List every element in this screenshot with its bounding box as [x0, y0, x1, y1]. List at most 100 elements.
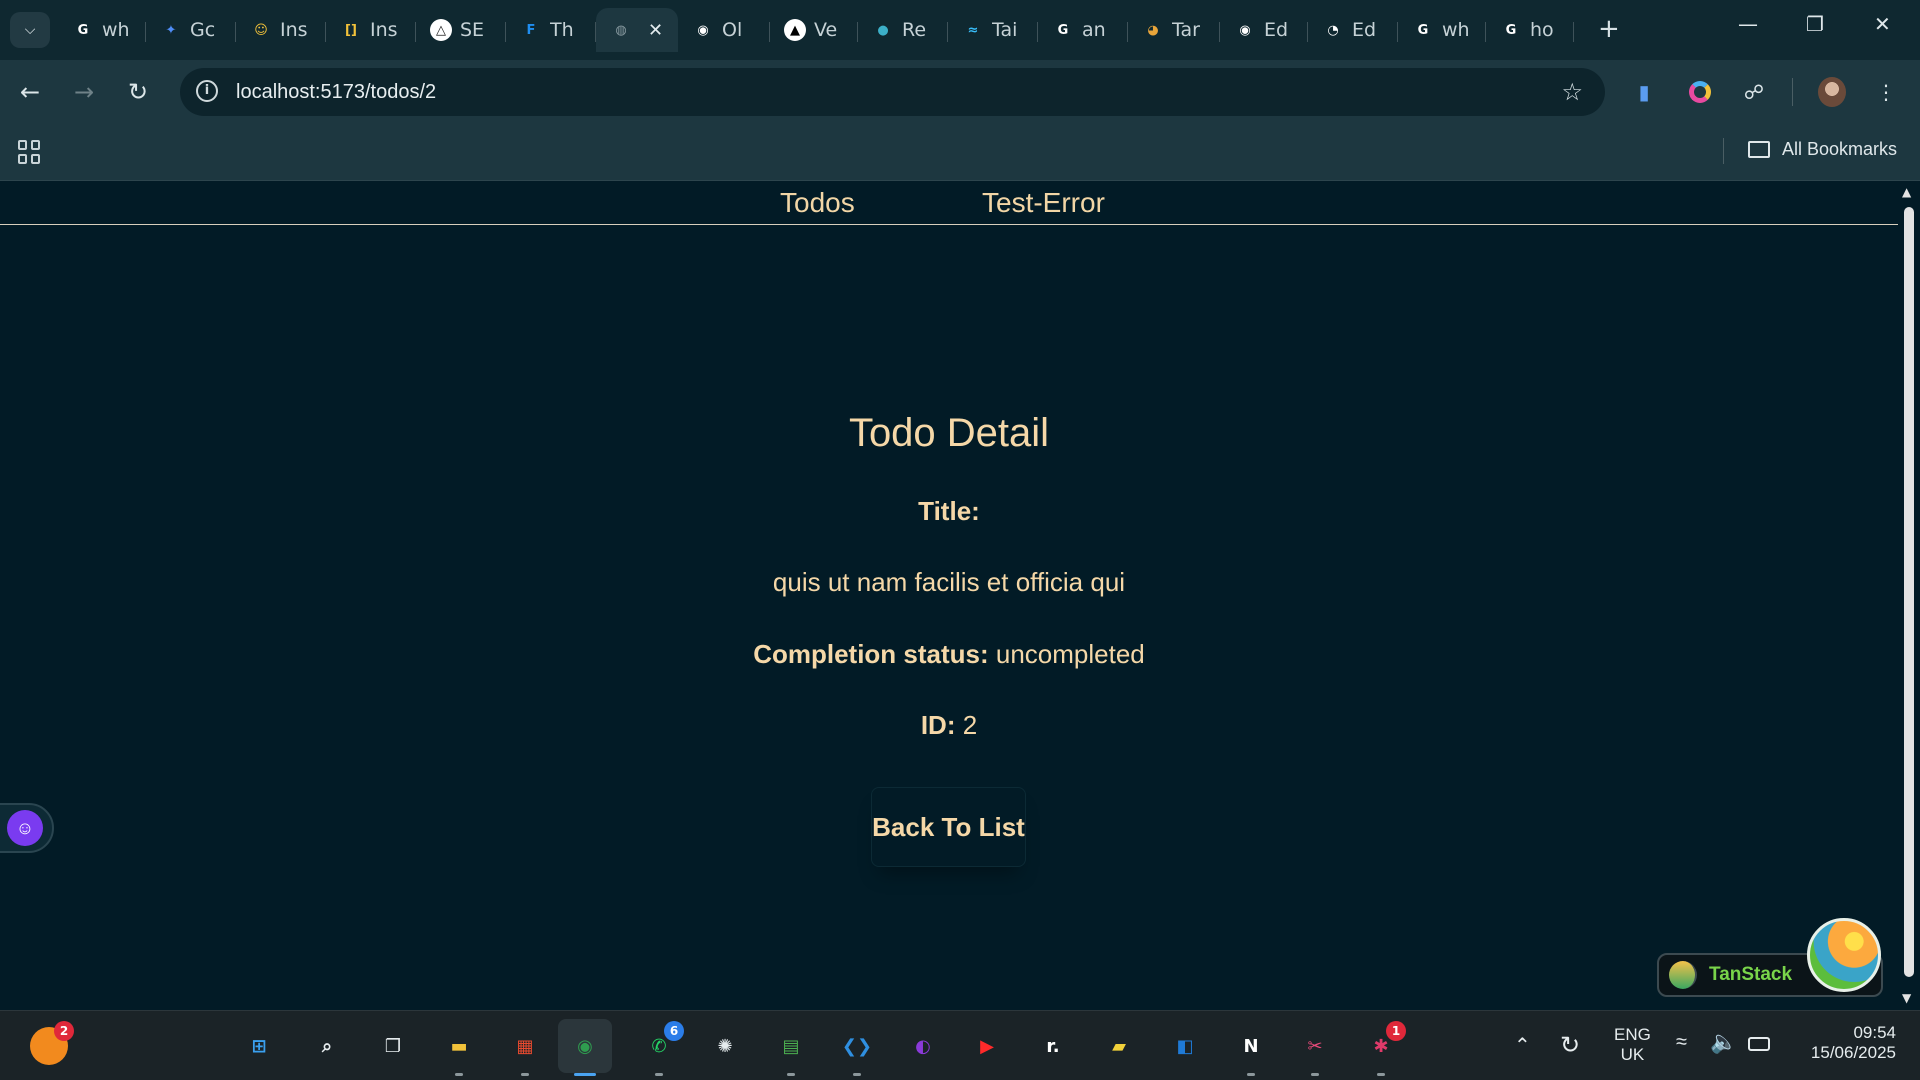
youtube-icon[interactable]: ▶ [968, 1027, 1006, 1065]
browser-tab[interactable]: △ SE [416, 8, 506, 52]
task-view-icon[interactable]: ❐ [374, 1027, 412, 1065]
site-info-icon[interactable]: i [196, 80, 218, 102]
tab-title: Gc [190, 19, 216, 41]
title-label: Title: [918, 496, 980, 526]
nav-link-test-error[interactable]: Test-Error [982, 187, 1105, 219]
browser-tab[interactable]: Gwh [58, 8, 146, 52]
tab-list: Gwh ✦ Gc ☺ Ins[] Ins △ SE F Th ◍ ✕ ◉ Ol ▲ Ve ● Re ≈ Tai Gan ◕… [58, 8, 1574, 60]
page-scrollbar[interactable]: ▲ ▼ [1898, 181, 1920, 1010]
back-to-list-button[interactable]: Back To List [871, 787, 1026, 867]
google-icon: G [1057, 22, 1069, 38]
tray-overflow-icon[interactable]: ⌃ [1514, 1033, 1531, 1058]
bookmarks-bar: All Bookmarks [0, 124, 1920, 181]
browser-tab[interactable]: ☺ Ins [236, 8, 326, 52]
bookmarks-divider [1723, 138, 1724, 164]
address-bar[interactable]: i localhost:5173/todos/2 ☆ [180, 68, 1605, 116]
scroll-down-icon[interactable]: ▼ [1902, 991, 1911, 1005]
chrome-icon[interactable]: ◉ [558, 1019, 612, 1076]
extension-doc-icon[interactable]: ▮ [1630, 78, 1658, 106]
scrollbar-thumb[interactable] [1904, 207, 1914, 977]
r-app-icon[interactable]: r. [1034, 1027, 1072, 1065]
language-indicator[interactable]: ENG UK [1614, 1025, 1651, 1065]
slack-icon[interactable]: ✱ 1 [1362, 1021, 1406, 1076]
chat-face-icon: ☺ [7, 810, 43, 846]
page-title: Todo Detail [848, 411, 1050, 455]
notion-icon[interactable]: N [1232, 1027, 1270, 1076]
widgets-icon[interactable]: 2 [30, 1021, 74, 1065]
running-indicator [1377, 1073, 1385, 1076]
windows-taskbar: 2 ⊞ ⌕ ❐ ▬ ▦ ◉ ✆ 6 ✺ ▤ ❮❯ ◐ ▶ r. ▰ ◧ N ✂ ✱ 1 ⌃ ↻ ENG UK ≈ 🔈 … [0, 1010, 1920, 1080]
app-purple-icon[interactable]: ◐ [904, 1027, 942, 1065]
browser-tab[interactable]: ◍ ✕ [596, 8, 678, 52]
wifi-icon[interactable]: ≈ [1676, 1031, 1687, 1054]
browser-tab[interactable]: ≈ Tai [948, 8, 1038, 52]
todo-id: ID: 2 [0, 710, 1898, 741]
browser-tab[interactable]: F Th [506, 8, 596, 52]
file-explorer-icon[interactable]: ▬ [440, 1027, 478, 1076]
extension-color-ring-icon[interactable] [1686, 78, 1714, 106]
snipping-tool-icon[interactable]: ✂ [1296, 1027, 1334, 1076]
all-bookmarks-button[interactable]: All Bookmarks [1748, 139, 1897, 160]
browser-tab[interactable]: ◔ Ed [1308, 8, 1398, 52]
google-icon: G [77, 22, 89, 38]
tab-title: Ve [814, 19, 838, 41]
search-icon[interactable]: ⌕ [308, 1027, 346, 1065]
address-url[interactable]: localhost:5173/todos/2 [236, 81, 436, 104]
bracket-icon: [] [345, 22, 357, 38]
menu-kebab-icon[interactable]: ⋮ [1872, 78, 1900, 106]
github-icon: ◉ [697, 22, 709, 38]
folder-icon [1748, 141, 1770, 158]
restore-icon[interactable]: ❐ [1806, 12, 1824, 36]
clock[interactable]: 09:54 15/06/2025 [1796, 1023, 1896, 1063]
bookmark-star-icon[interactable]: ☆ [1561, 78, 1583, 106]
scroll-up-icon[interactable]: ▲ [1902, 185, 1911, 199]
browser-tab[interactable]: Gan [1038, 8, 1128, 52]
tab-title: Ins [280, 19, 308, 41]
blue-app-icon[interactable]: ◧ [1166, 1027, 1204, 1065]
chatgpt-icon[interactable]: ✺ [706, 1027, 744, 1065]
tanstack-logo-icon[interactable] [1807, 918, 1881, 992]
vscode-icon[interactable]: ❮❯ [838, 1027, 876, 1076]
running-indicator [521, 1073, 529, 1076]
excel-like-icon[interactable]: ▤ [772, 1027, 810, 1076]
extensions-puzzle-icon[interactable]: ☍ [1740, 78, 1768, 106]
browser-tab[interactable]: Gwh [1398, 8, 1486, 52]
completion-status: Completion status: uncompleted [0, 639, 1898, 670]
whatsapp-icon[interactable]: ✆ 6 [640, 1021, 684, 1076]
close-window-icon[interactable]: ✕ [1874, 12, 1891, 36]
floating-assistant-button[interactable]: ☺ [0, 803, 54, 853]
nav-link-todos[interactable]: Todos [780, 187, 855, 219]
browser-tab[interactable]: [] Ins [326, 8, 416, 52]
browser-tab[interactable]: ◉ Ed [1220, 8, 1308, 52]
volume-icon[interactable]: 🔈 [1710, 1029, 1737, 1055]
tab-title: SE [460, 19, 485, 41]
minimize-icon[interactable]: — [1738, 12, 1758, 36]
reload-icon[interactable]: ↻ [128, 78, 148, 106]
toolbar-divider [1792, 78, 1793, 106]
browser-tab[interactable]: ◕ Tar [1128, 8, 1220, 52]
browser-tab[interactable]: ◉ Ol [678, 8, 770, 52]
profile-avatar[interactable] [1818, 77, 1846, 107]
browser-tab[interactable]: Gho [1486, 8, 1574, 52]
top-nav: Todos Test-Error [0, 181, 1898, 225]
browser-tab[interactable]: ▲ Ve [770, 8, 858, 52]
tab-title: an [1082, 19, 1106, 41]
close-tab-icon[interactable]: ✕ [648, 20, 663, 41]
new-tab-plus-icon[interactable]: + [1598, 14, 1620, 44]
back-arrow-icon[interactable]: ← [20, 78, 40, 106]
forward-arrow-icon[interactable]: → [74, 78, 94, 106]
battery-icon[interactable] [1748, 1037, 1770, 1051]
browser-tab[interactable]: ● Re [858, 8, 948, 52]
windows-start-icon[interactable]: ⊞ [240, 1027, 278, 1065]
running-indicator [787, 1073, 795, 1076]
ms-store-icon[interactable]: ▦ [506, 1027, 544, 1076]
apps-grid-icon[interactable] [18, 140, 42, 164]
tailwind-icon: ≈ [967, 22, 979, 38]
browser-tab[interactable]: ✦ Gc [146, 8, 236, 52]
sticky-notes-icon[interactable]: ▰ [1100, 1027, 1138, 1065]
sync-icon[interactable]: ↻ [1560, 1031, 1580, 1060]
tanstack-label: TanStack [1709, 964, 1793, 985]
vercel-icon: ▲ [784, 19, 806, 41]
tanstack-mini-logo-icon [1669, 961, 1697, 989]
tab-search-chevron-icon[interactable]: ⌵ [10, 12, 50, 48]
